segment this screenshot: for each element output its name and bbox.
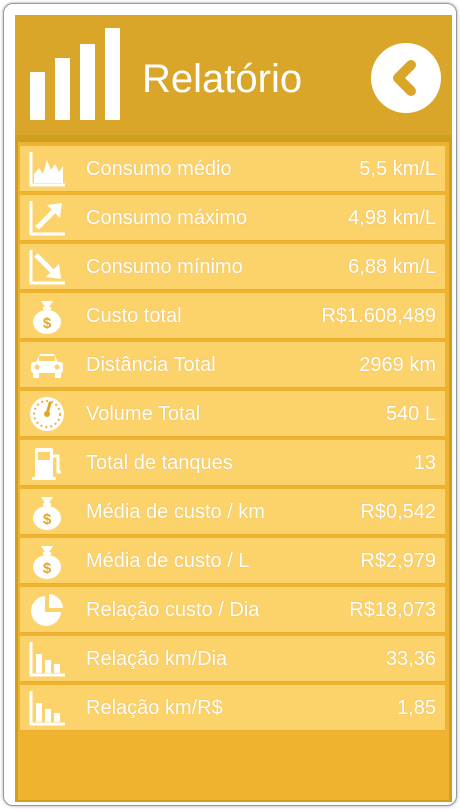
gauge-icon bbox=[30, 397, 64, 431]
svg-text:$: $ bbox=[43, 315, 52, 332]
row-value: R$0,542 bbox=[360, 501, 436, 523]
row-value: 33,36 bbox=[385, 648, 436, 670]
list-item-total-tanques[interactable]: Total de tanques 13 bbox=[20, 440, 445, 486]
row-label: Distância Total bbox=[86, 354, 216, 376]
device-frame: Relatório Consumo médio 5,5 km/L Consumo… bbox=[3, 3, 457, 806]
row-label: Relação km/R$ bbox=[86, 697, 223, 719]
row-label: Total de tanques bbox=[86, 452, 233, 474]
row-value: 5,5 km/L bbox=[359, 158, 436, 180]
list-item-media-custo-litro[interactable]: $ Média de custo / L R$2,979 bbox=[20, 538, 445, 584]
row-value: R$18,073 bbox=[349, 599, 436, 621]
bar-chart-icon bbox=[29, 691, 65, 726]
list-item-consumo-medio[interactable]: Consumo médio 5,5 km/L bbox=[20, 146, 445, 192]
row-label: Relação km/Dia bbox=[86, 648, 228, 670]
row-label: Média de custo / km bbox=[86, 501, 265, 523]
row-label: Custo total bbox=[86, 305, 182, 327]
pie-chart-icon bbox=[31, 594, 63, 626]
app-screen: Relatório Consumo médio 5,5 km/L Consumo… bbox=[15, 15, 452, 802]
row-value: 1,85 bbox=[397, 697, 436, 719]
row-value: 6,88 km/L bbox=[348, 256, 436, 278]
trend-up-icon bbox=[29, 201, 65, 236]
list-item-relacao-km-dia[interactable]: Relação km/Dia 33,36 bbox=[20, 636, 445, 682]
row-value: R$2,979 bbox=[360, 550, 436, 572]
chevron-left-icon bbox=[393, 60, 416, 96]
header-bar: Relatório bbox=[15, 15, 452, 135]
svg-text:$: $ bbox=[43, 511, 52, 528]
list-item-custo-total[interactable]: $ Custo total R$1.608,489 bbox=[20, 293, 445, 339]
trend-down-icon bbox=[29, 250, 65, 285]
list-item-consumo-maximo[interactable]: Consumo máximo 4,98 km/L bbox=[20, 195, 445, 241]
row-label: Consumo médio bbox=[86, 158, 232, 180]
money-bag-icon: $ bbox=[33, 546, 61, 579]
list-item-media-custo-km[interactable]: $ Média de custo / km R$0,542 bbox=[20, 489, 445, 535]
list-item-relacao-km-reais[interactable]: Relação km/R$ 1,85 bbox=[20, 685, 445, 731]
row-label: Consumo máximo bbox=[86, 207, 248, 229]
row-value: R$1.608,489 bbox=[321, 305, 436, 327]
list-item-consumo-minimo[interactable]: Consumo mínimo 6,88 km/L bbox=[20, 244, 445, 290]
row-label: Média de custo / L bbox=[86, 550, 250, 572]
row-value: 540 L bbox=[385, 403, 436, 425]
row-label: Relação custo / Dia bbox=[86, 599, 260, 621]
row-value: 4,98 km/L bbox=[348, 207, 436, 229]
area-chart-icon bbox=[29, 152, 65, 187]
fuel-pump-icon bbox=[32, 448, 61, 480]
row-value: 13 bbox=[413, 452, 436, 474]
bar-chart-icon bbox=[29, 642, 65, 677]
car-icon bbox=[31, 354, 63, 378]
report-list: Consumo médio 5,5 km/L Consumo máximo 4,… bbox=[18, 142, 449, 800]
svg-text:$: $ bbox=[43, 560, 52, 577]
money-bag-icon: $ bbox=[33, 301, 61, 334]
list-item-volume-total[interactable]: Volume Total 540 L bbox=[20, 391, 445, 437]
list-item-distancia-total[interactable]: Distância Total 2969 km bbox=[20, 342, 445, 388]
page-title: Relatório bbox=[142, 57, 303, 101]
row-label: Consumo mínimo bbox=[86, 256, 243, 278]
list-item-relacao-custo-dia[interactable]: Relação custo / Dia R$18,073 bbox=[20, 587, 445, 633]
row-label: Volume Total bbox=[86, 403, 201, 425]
back-button[interactable] bbox=[371, 43, 441, 113]
row-value: 2969 km bbox=[359, 354, 436, 376]
bar-chart-icon bbox=[30, 28, 122, 120]
money-bag-icon: $ bbox=[33, 497, 61, 530]
